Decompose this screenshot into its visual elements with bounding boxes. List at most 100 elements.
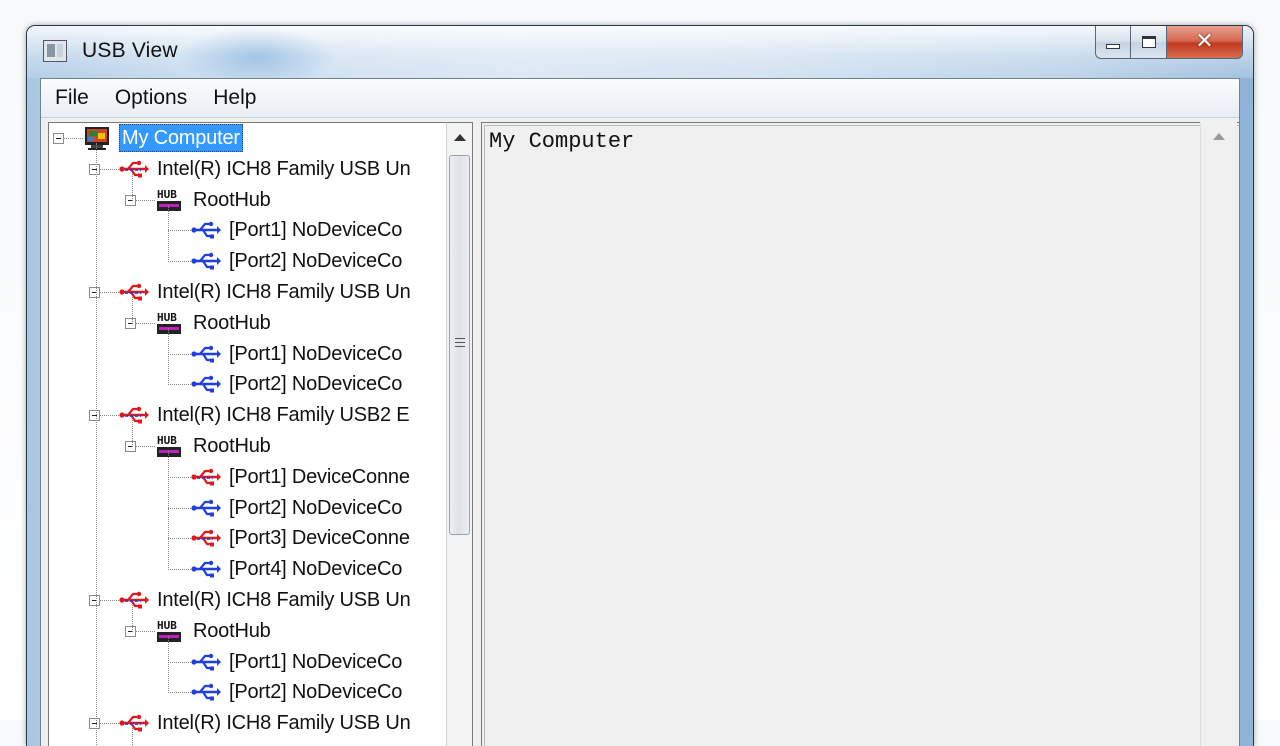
tree-item[interactable]: Intel(R) ICH8 Family USB Un xyxy=(119,278,413,306)
tree-item[interactable]: [Port2] NoDeviceCo xyxy=(191,678,404,706)
hub-icon: HUB xyxy=(157,311,181,334)
tree-connector xyxy=(63,138,83,139)
usb-controller-icon xyxy=(119,591,149,609)
usb-controller-icon xyxy=(119,714,149,732)
usb-device-icon xyxy=(191,530,221,547)
tree-item[interactable]: [Port4] NoDeviceCo xyxy=(191,555,404,583)
tree-connector xyxy=(168,451,169,571)
tree-item-label: My Computer xyxy=(119,124,243,152)
tree-connector xyxy=(132,173,133,201)
collapse-icon[interactable] xyxy=(89,163,100,175)
tree-item[interactable]: HUB RootHub xyxy=(155,617,273,645)
tree-item[interactable]: Intel(R) ICH8 Family USB Un xyxy=(119,586,413,614)
tree-item[interactable]: HUB RootHub xyxy=(155,186,273,214)
tree-item-label: [Port1] NoDeviceCo xyxy=(229,219,403,242)
tree-item-label: Intel(R) ICH8 Family USB Un xyxy=(157,281,411,303)
tree-item[interactable]: [Port2] NoDeviceCo xyxy=(191,494,404,522)
tree-item-label: RootHub xyxy=(193,619,271,642)
tree-item-label: Intel(R) ICH8 Family USB2 E xyxy=(157,404,410,427)
tree-item[interactable]: Intel(R) ICH8 Family USB Un xyxy=(119,709,413,737)
minimize-icon xyxy=(1106,43,1120,49)
hub-icon: HUB xyxy=(157,188,181,211)
usb-port-icon xyxy=(191,376,221,393)
tree-connector xyxy=(132,605,133,632)
scroll-up-button[interactable] xyxy=(447,123,472,151)
usb-port-icon xyxy=(191,684,221,701)
tree-scrollbar[interactable] xyxy=(446,122,473,746)
usb-port-icon xyxy=(191,222,221,239)
collapse-icon[interactable] xyxy=(125,625,136,637)
usb-controller-icon xyxy=(119,283,149,301)
collapse-icon[interactable] xyxy=(125,441,136,452)
detail-text: My Computer xyxy=(489,129,635,154)
svg-text:HUB: HUB xyxy=(157,188,177,201)
tree-connector xyxy=(168,569,191,571)
detail-scrollbar[interactable] xyxy=(1200,122,1237,746)
minimize-button[interactable] xyxy=(1095,26,1131,59)
menu-options[interactable]: Options xyxy=(102,79,200,117)
close-button[interactable]: ✕ xyxy=(1167,26,1243,59)
tree-item-label: [Port1] DeviceConne xyxy=(229,465,410,488)
tree-item-label: Intel(R) ICH8 Family USB Un xyxy=(157,589,411,611)
collapse-icon[interactable] xyxy=(125,317,136,329)
menu-file[interactable]: File xyxy=(41,79,102,117)
close-icon: ✕ xyxy=(1195,29,1214,54)
tree-item[interactable]: [Port1] NoDeviceCo xyxy=(191,648,404,676)
usb-port-icon xyxy=(191,345,221,363)
hub-icon: HUB xyxy=(157,434,181,457)
menu-help[interactable]: Help xyxy=(200,79,269,117)
device-tree[interactable]: My Computer Intel(R) ICH8 Family USB Un H… xyxy=(48,122,447,746)
detail-pane[interactable]: My Computer xyxy=(481,122,1239,746)
tree-connector xyxy=(168,384,191,386)
tree-item-label: [Port4] NoDeviceCo xyxy=(229,558,403,581)
usb-controller-icon xyxy=(119,406,149,424)
tree-connector xyxy=(168,635,169,694)
tree-item[interactable]: [Port1] NoDeviceCo xyxy=(191,216,404,244)
client-area: File Options Help My Computer Intel(R) I… xyxy=(40,78,1240,746)
scroll-thumb[interactable] xyxy=(449,155,470,535)
tree-item[interactable]: [Port2] NoDeviceCo xyxy=(191,370,404,398)
tree-item-label: [Port2] NoDeviceCo xyxy=(229,250,403,273)
usb-port-icon xyxy=(191,252,221,270)
tree-root[interactable]: My Computer xyxy=(83,124,243,152)
tree-item[interactable]: HUB RootHub xyxy=(155,432,273,460)
caption-buttons: ✕ xyxy=(1095,26,1243,60)
tree-connector xyxy=(132,297,133,324)
tree-item-label: [Port3] DeviceConne xyxy=(229,527,410,550)
computer-icon xyxy=(85,127,109,150)
tree-item[interactable]: Intel(R) ICH8 Family USB Un xyxy=(119,155,413,183)
collapse-icon[interactable] xyxy=(89,595,100,606)
tree-item[interactable]: [Port1] DeviceConne xyxy=(191,463,412,491)
tree-item[interactable]: HUB RootHub xyxy=(155,309,273,337)
grip-icon xyxy=(455,338,465,350)
usb-port-icon xyxy=(191,653,221,671)
maximize-button[interactable] xyxy=(1131,26,1167,59)
svg-text:HUB: HUB xyxy=(157,619,177,632)
usbview-window: USB View ✕ File Options Help My Computer xyxy=(26,25,1254,746)
tree-connector xyxy=(168,507,191,509)
tree-item-label: [Port1] NoDeviceCo xyxy=(229,342,403,365)
maximize-icon xyxy=(1141,36,1156,48)
hub-icon: HUB xyxy=(157,619,181,642)
tree-item-label: [Port2] NoDeviceCo xyxy=(229,496,403,519)
title-bar[interactable]: USB View ✕ xyxy=(27,26,1253,78)
usb-controller-icon xyxy=(119,160,149,178)
tree-item[interactable]: [Port2] NoDeviceCo xyxy=(191,247,404,275)
usb-port-icon xyxy=(191,560,221,578)
collapse-icon[interactable] xyxy=(89,287,100,298)
tree-item[interactable]: [Port3] DeviceConne xyxy=(191,524,412,552)
tree-item[interactable]: [Port1] NoDeviceCo xyxy=(191,340,404,368)
collapse-icon[interactable] xyxy=(89,410,100,422)
tree-item-label: [Port1] NoDeviceCo xyxy=(229,650,403,673)
window-title: USB View xyxy=(82,39,178,62)
detail-scroll-up-button[interactable] xyxy=(1201,122,1237,150)
menu-bar: File Options Help xyxy=(41,79,1239,118)
tree-item-label: [Port2] NoDeviceCo xyxy=(229,373,403,396)
tree-connector xyxy=(168,204,169,263)
tree-connector xyxy=(168,661,191,663)
tree-item[interactable]: Intel(R) ICH8 Family USB2 E xyxy=(119,401,411,429)
tree-item-label: RootHub xyxy=(193,188,271,211)
collapse-icon[interactable] xyxy=(125,194,136,206)
collapse-icon[interactable] xyxy=(53,133,64,144)
tree-connector xyxy=(168,476,191,478)
